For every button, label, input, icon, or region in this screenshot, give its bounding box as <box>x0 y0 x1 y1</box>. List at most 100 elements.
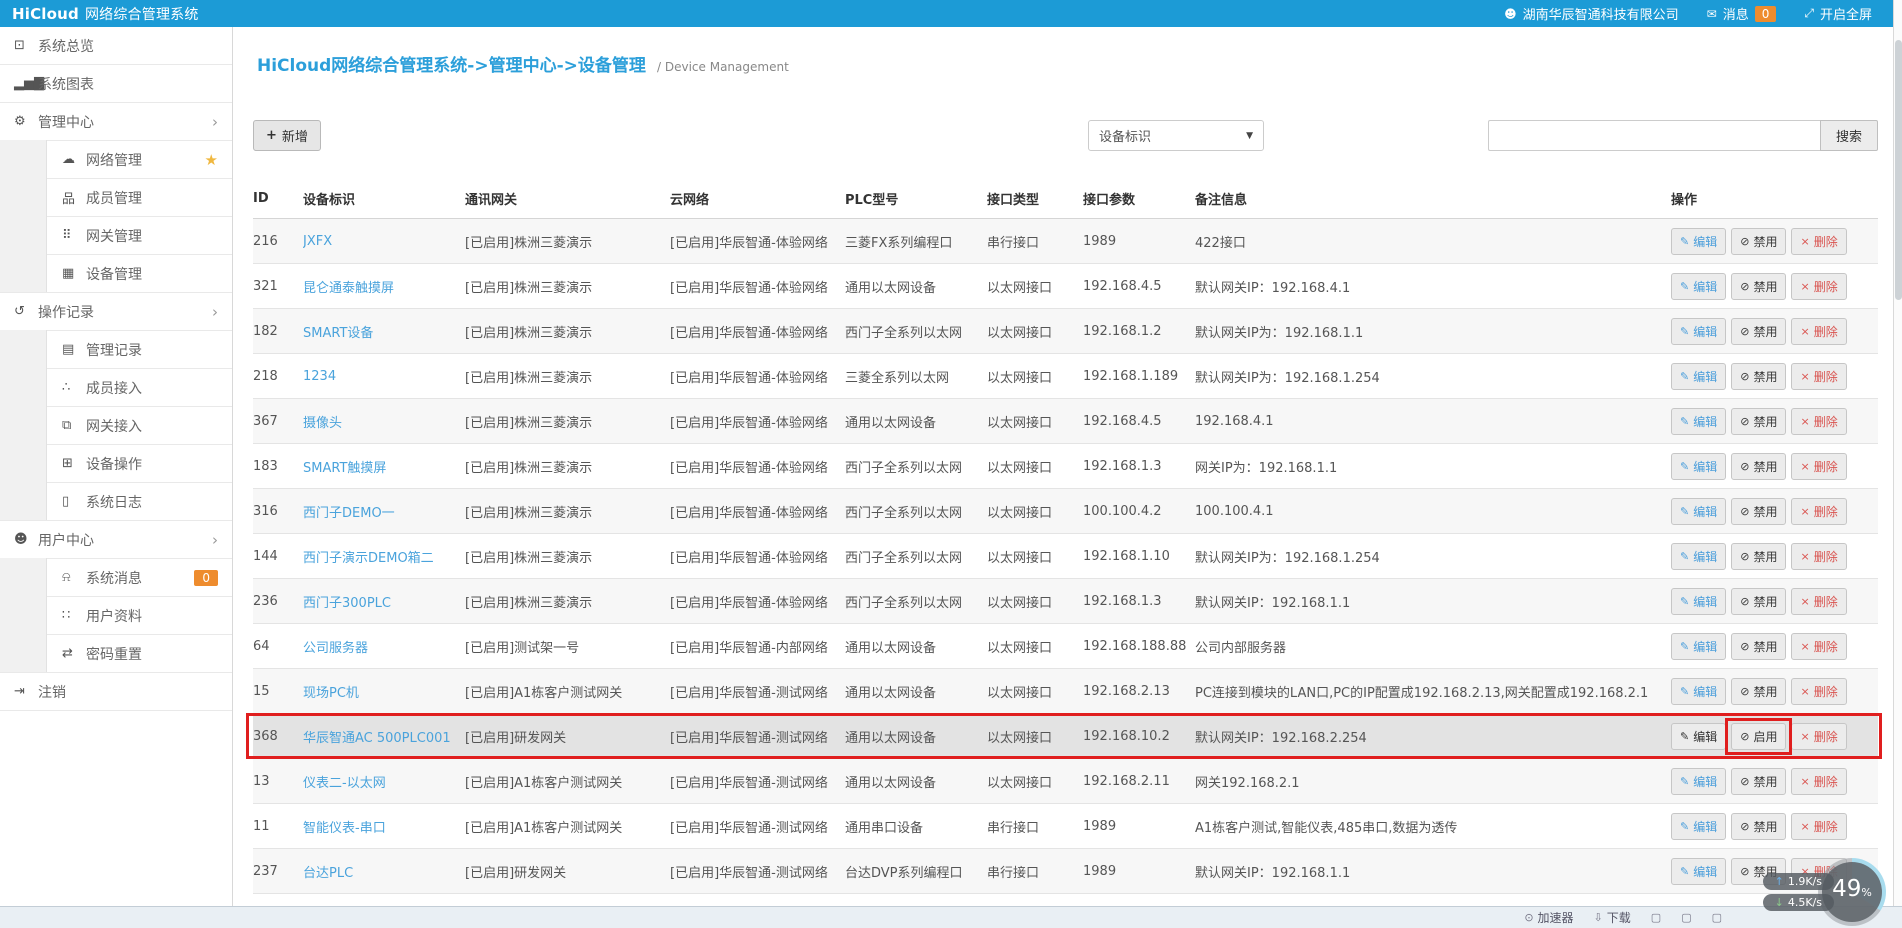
device-link[interactable]: 仪表二-以太网 <box>303 776 386 791</box>
search-button[interactable]: 搜索 <box>1820 120 1878 151</box>
messages-button[interactable]: ✉ 消息 0 <box>1707 4 1777 23</box>
device-link[interactable]: 西门子演示DEMO箱二 <box>303 551 434 566</box>
enable-button[interactable]: ⊘ 启用 <box>1725 717 1793 755</box>
sidebar-item-system-charts[interactable]: ▂▅▇ 系统图表 <box>0 65 232 103</box>
disable-button[interactable]: ⊘ 禁用 <box>1731 812 1787 840</box>
sidebar-item-admin-log[interactable]: ▤ 管理记录 <box>0 330 232 369</box>
device-link[interactable]: SMART触摸屏 <box>303 461 386 476</box>
pencil-icon: ✎ <box>1680 234 1690 248</box>
edit-button[interactable]: ✎ 编辑 <box>1671 767 1727 795</box>
edit-button[interactable]: ✎ 编辑 <box>1671 407 1727 435</box>
net-speed-widget[interactable]: ↑ 1.9K/s ↓ 4.5K/s 49 % <box>1762 858 1886 926</box>
disable-button[interactable]: ⊘ 禁用 <box>1731 407 1787 435</box>
cell-interface-param: 192.168.1.10 <box>1083 548 1170 564</box>
download-item[interactable]: ⇩ 下载 <box>1594 909 1631 926</box>
device-link[interactable]: 公司服务器 <box>303 641 368 656</box>
edit-button[interactable]: ✎ 编辑 <box>1671 542 1727 570</box>
device-link[interactable]: JXFX <box>303 234 332 249</box>
sidebar-item-logout[interactable]: ⇥ 注销 <box>0 673 232 711</box>
delete-button[interactable]: ×删除 <box>1791 407 1847 435</box>
disable-button[interactable]: ⊘ 禁用 <box>1731 227 1787 255</box>
edit-button[interactable]: ✎ 编辑 <box>1671 362 1727 390</box>
delete-button[interactable]: ×删除 <box>1791 542 1847 570</box>
sidebar-item-system-overview[interactable]: ⊡ 系统总览 <box>0 27 232 65</box>
device-link[interactable]: 1234 <box>303 369 336 384</box>
delete-button[interactable]: ×删除 <box>1791 452 1847 480</box>
cell-device-name: 西门子DEMO一 <box>303 502 465 521</box>
device-link[interactable]: 智能仪表-串口 <box>303 821 386 836</box>
company-account[interactable]: ☻ 湖南华辰智通科技有限公司 <box>1504 4 1679 24</box>
edit-button[interactable]: ✎ 编辑 <box>1671 812 1727 840</box>
sidebar-item-device-mgmt[interactable]: ▦ 设备管理 <box>0 254 232 293</box>
delete-button[interactable]: ×删除 <box>1791 587 1847 615</box>
delete-button[interactable]: ×删除 <box>1791 317 1847 345</box>
sidebar-item-gateway-mgmt[interactable]: ⠿ 网关管理 <box>0 216 232 255</box>
device-link[interactable]: SMART设备 <box>303 326 373 341</box>
scrollbar-thumb[interactable] <box>1895 40 1902 300</box>
table-row: 11 智能仪表-串口 [已启用]A1栋客户测试网关 [已启用]华辰智通-测试网络 通用串… <box>253 804 1878 849</box>
device-link[interactable]: 台达PLC <box>303 866 353 881</box>
delete-button[interactable]: ×删除 <box>1791 767 1847 795</box>
edit-button[interactable]: ✎ 编辑 <box>1671 677 1727 705</box>
delete-button[interactable]: ×删除 <box>1791 272 1847 300</box>
sidebar-item-system-messages[interactable]: ⍾ 系统消息 0 <box>0 558 232 597</box>
disable-button[interactable]: ⊘ 禁用 <box>1731 767 1787 795</box>
disable-button[interactable]: ⊘ 禁用 <box>1731 542 1787 570</box>
sidebar-item-user-center[interactable]: ☻ 用户中心 › <box>0 521 232 559</box>
device-link[interactable]: 西门子300PLC <box>303 596 391 611</box>
disable-button[interactable]: ⊘ 禁用 <box>1731 632 1787 660</box>
add-device-button[interactable]: + 新增 <box>253 120 321 151</box>
disable-button[interactable]: ⊘ 禁用 <box>1731 362 1787 390</box>
edit-button[interactable]: ✎ 编辑 <box>1671 497 1727 525</box>
device-link[interactable]: 西门子DEMO一 <box>303 506 395 521</box>
delete-button[interactable]: ×删除 <box>1791 227 1847 255</box>
disable-button[interactable]: ⊘ 禁用 <box>1731 497 1787 525</box>
sidebar-item-user-profile[interactable]: ∷ 用户资料 <box>0 596 232 635</box>
fullscreen-button[interactable]: ⤢ 开启全屏 <box>1804 4 1872 23</box>
device-link[interactable]: 华辰智通AC 500PLC001 <box>303 731 451 746</box>
edit-button[interactable]: ✎ 编辑 <box>1671 452 1727 480</box>
disable-button[interactable]: ⊘ 禁用 <box>1731 677 1787 705</box>
edit-button[interactable]: ✎ 编辑 <box>1671 632 1727 660</box>
sidebar-item-network-mgmt[interactable]: ☁ 网络管理 ★ <box>0 140 232 179</box>
disable-button[interactable]: ⊘ 禁用 <box>1731 272 1787 300</box>
edit-button[interactable]: ✎ 编辑 <box>1671 272 1727 300</box>
table-row: 183 SMART触摸屏 [已启用]株洲三菱演示 [已启用]华辰智通-体验网络 西门子全… <box>253 444 1878 489</box>
edit-button[interactable]: ✎ 编辑 <box>1671 317 1727 345</box>
pencil-icon: ✎ <box>1680 414 1690 428</box>
delete-button[interactable]: ×删除 <box>1791 362 1847 390</box>
sidebar-item-gateway-access[interactable]: ⧉ 网关接入 <box>0 406 232 445</box>
sidebar-item-operation-log[interactable]: ↺ 操作记录 › <box>0 293 232 331</box>
edit-button[interactable]: ✎ 编辑 <box>1671 722 1727 750</box>
disable-button[interactable]: ⊘ 禁用 <box>1731 452 1787 480</box>
sidebar-item-label: 网关接入 <box>86 418 142 435</box>
sidebar-item-admin-center[interactable]: ⚙ 管理中心 › <box>0 103 232 141</box>
disable-button[interactable]: ⊘ 禁用 <box>1731 587 1787 615</box>
accelerator-item[interactable]: ⊙ 加速器 <box>1524 909 1573 926</box>
edit-button[interactable]: ✎ 编辑 <box>1671 857 1727 885</box>
sidebar-item-system-log[interactable]: ▯ 系统日志 <box>0 482 232 521</box>
sidebar-item-device-operation[interactable]: ⊞ 设备操作 <box>0 444 232 483</box>
bottombar-icon-1[interactable]: ▢ <box>1681 911 1691 924</box>
sidebar-item-member-mgmt[interactable]: 品成员管理 <box>0 178 232 217</box>
disable-button[interactable]: ⊘ 禁用 <box>1731 317 1787 345</box>
edit-button[interactable]: ✎ 编辑 <box>1671 227 1727 255</box>
delete-button[interactable]: ×删除 <box>1791 812 1847 840</box>
cell-interface-param: 192.168.10.2 <box>1083 728 1170 744</box>
bottombar-icon-0[interactable]: ▢ <box>1651 911 1661 924</box>
device-link[interactable]: 摄像头 <box>303 416 342 431</box>
delete-button[interactable]: ×删除 <box>1791 632 1847 660</box>
device-link[interactable]: 昆仑通泰触摸屏 <box>303 281 394 296</box>
device-link[interactable]: 现场PC机 <box>303 686 359 701</box>
edit-button[interactable]: ✎ 编辑 <box>1671 587 1727 615</box>
table-row: 216 JXFX [已启用]株洲三菱演示 [已启用]华辰智通-体验网络 三菱FX系列编程… <box>253 219 1878 264</box>
bottombar-icon-2[interactable]: ▢ <box>1712 911 1722 924</box>
delete-button[interactable]: ×删除 <box>1791 677 1847 705</box>
sidebar-item-member-access[interactable]: ∴ 成员接入 <box>0 368 232 407</box>
filter-dropdown[interactable]: 设备标识 ▼ <box>1088 120 1264 151</box>
delete-button[interactable]: ×删除 <box>1791 722 1847 750</box>
sidebar-item-password-reset[interactable]: ⇄ 密码重置 <box>0 634 232 673</box>
search-input[interactable] <box>1488 120 1820 151</box>
delete-button[interactable]: ×删除 <box>1791 497 1847 525</box>
scrollbar-track[interactable] <box>1893 0 1902 906</box>
